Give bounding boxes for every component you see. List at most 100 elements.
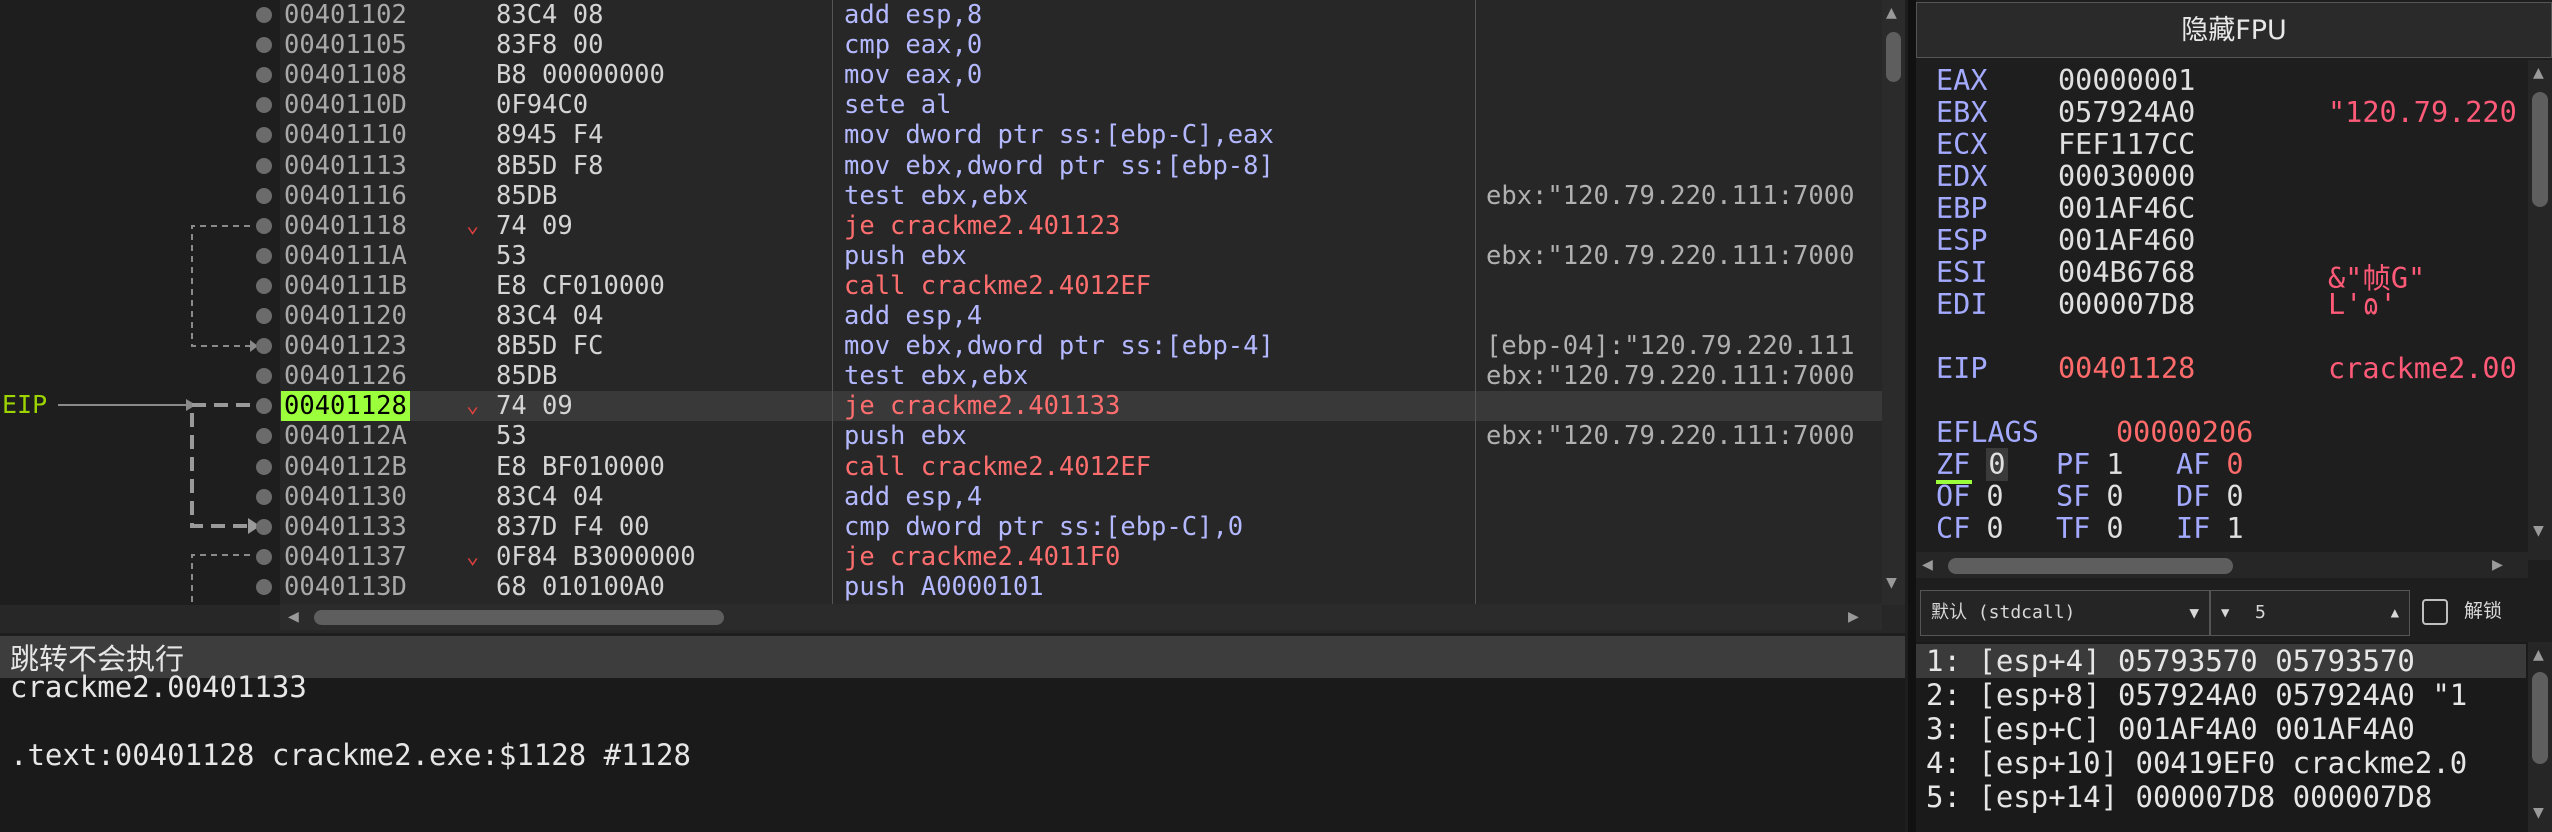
scroll-up-icon[interactable]: ▲ bbox=[2533, 644, 2544, 665]
flag-value[interactable]: 1 bbox=[2106, 448, 2123, 481]
breakpoint-dot[interactable] bbox=[256, 158, 272, 174]
instruction-row-current[interactable]: 00401128 ⌄ 74 09 je crackme2.401133 bbox=[280, 391, 1882, 421]
breakpoint-dot[interactable] bbox=[256, 338, 272, 354]
scroll-right-icon[interactable]: ▶ bbox=[1848, 606, 1859, 627]
breakpoint-dot[interactable] bbox=[256, 398, 272, 414]
register-value[interactable]: 001AF460 bbox=[2058, 224, 2195, 257]
instruction-row[interactable]: 0040111A 53 push ebx ebx:"120.79.220.111:70… bbox=[280, 241, 1882, 271]
registers-panel[interactable]: 隐藏FPU EAX 00000001 EBX 057924A0 "120.79.220 E… bbox=[1916, 0, 2552, 583]
register-value[interactable]: 004B6768 bbox=[2058, 256, 2195, 289]
register-value[interactable]: 001AF46C bbox=[2058, 192, 2195, 225]
instruction-row[interactable]: 00401102 83C4 08 add esp,8 bbox=[280, 0, 1882, 30]
register-value[interactable]: 057924A0 bbox=[2058, 96, 2195, 129]
breakpoint-dot[interactable] bbox=[256, 7, 272, 23]
stack-arg-row[interactable]: 3: [esp+C] 001AF4A0 001AF4A0 bbox=[1926, 712, 2415, 746]
spin-down-icon[interactable]: ▼ bbox=[2221, 591, 2229, 635]
instruction-row[interactable]: 00401108 B8 00000000 mov eax,0 bbox=[280, 60, 1882, 90]
flag-value[interactable]: 0 bbox=[2106, 512, 2123, 545]
disassembly-view[interactable]: EIP 00401102 83C4 08 add esp,8 00401105 83F8… bbox=[0, 0, 1905, 633]
breakpoint-dot[interactable] bbox=[256, 428, 272, 444]
instruction-row[interactable]: 00401130 83C4 04 add esp,4 bbox=[280, 482, 1882, 512]
flag-value[interactable]: 0 bbox=[2226, 448, 2243, 481]
flag-value[interactable]: 0 bbox=[2226, 480, 2243, 513]
flag-cf[interactable]: CF 0 bbox=[1936, 512, 2004, 545]
instruction-row[interactable]: 00401110 8945 F4 mov dword ptr ss:[ebp-C],… bbox=[280, 120, 1882, 150]
call-args-controls[interactable]: 默认 (stdcall) ▼ ▼ 5 ▲ 解锁 bbox=[1916, 586, 2552, 642]
arg-count-spinner[interactable]: ▼ 5 ▲ bbox=[2210, 590, 2410, 636]
instruction-row[interactable]: 0040110D 0F94C0 sete al bbox=[280, 90, 1882, 120]
scroll-thumb[interactable] bbox=[1948, 558, 2233, 574]
instruction-row[interactable]: 00401105 83F8 00 cmp eax,0 bbox=[280, 30, 1882, 60]
breakpoint-dot[interactable] bbox=[256, 97, 272, 113]
breakpoint-dot[interactable] bbox=[256, 549, 272, 565]
instruction-row[interactable]: 00401137 ⌄ 0F84 B3000000 je crackme2.4011F0 bbox=[280, 542, 1882, 572]
disassembly-horizontal-scrollbar[interactable]: ◀ ▶ bbox=[280, 604, 1882, 630]
breakpoint-dot[interactable] bbox=[256, 278, 272, 294]
scroll-left-icon[interactable]: ◀ bbox=[288, 606, 299, 627]
register-value[interactable]: FEF117CC bbox=[2058, 128, 2195, 161]
instruction-row[interactable]: 00401113 8B5D F8 mov ebx,dword ptr ss:[ebp… bbox=[280, 151, 1882, 181]
stack-arg-row[interactable]: 5: [esp+14] 000007D8 000007D8 bbox=[1926, 780, 2432, 814]
breakpoint-dot[interactable] bbox=[256, 37, 272, 53]
flag-value[interactable]: 1 bbox=[2226, 512, 2243, 545]
flag-value[interactable]: 0 bbox=[1986, 512, 2003, 545]
scroll-down-icon[interactable]: ▼ bbox=[2533, 520, 2544, 541]
stack-arg-row[interactable]: 4: [esp+10] 00419EF0 crackme2.0 bbox=[1926, 746, 2467, 780]
instruction-row[interactable]: 0040113D 68 010100A0 push A0000101 bbox=[280, 572, 1882, 602]
flag-zf[interactable]: ZF 0 bbox=[1936, 448, 2008, 481]
register-value[interactable]: 000007D8 bbox=[2058, 288, 2195, 321]
scroll-down-icon[interactable]: ▼ bbox=[2533, 802, 2544, 823]
register-value[interactable]: 00030000 bbox=[2058, 160, 2195, 193]
breakpoint-dot[interactable] bbox=[256, 519, 272, 535]
stack-arguments-panel[interactable]: 1: [esp+4] 05793570 05793570 2: [esp+8] … bbox=[1916, 642, 2552, 832]
flag-df[interactable]: DF 0 bbox=[2176, 480, 2244, 513]
instruction-row[interactable]: 00401116 85DB test ebx,ebx ebx:"120.79.220.… bbox=[280, 181, 1882, 211]
breakpoint-dot[interactable] bbox=[256, 489, 272, 505]
register-value[interactable]: 00401128 bbox=[2058, 352, 2195, 385]
flag-af[interactable]: AF 0 bbox=[2176, 448, 2244, 481]
flag-if[interactable]: IF 1 bbox=[2176, 512, 2244, 545]
breakpoint-dot[interactable] bbox=[256, 308, 272, 324]
instruction-row[interactable]: 0040111B E8 CF010000 call crackme2.4012EF bbox=[280, 271, 1882, 301]
breakpoint-dot[interactable] bbox=[256, 368, 272, 384]
breakpoint-dot[interactable] bbox=[256, 459, 272, 475]
breakpoint-dot[interactable] bbox=[256, 127, 272, 143]
scroll-up-icon[interactable]: ▲ bbox=[2533, 62, 2544, 83]
unlock-checkbox[interactable] bbox=[2422, 599, 2448, 625]
stack-vertical-scrollbar[interactable]: ▲ ▼ bbox=[2528, 642, 2552, 832]
scroll-right-icon[interactable]: ▶ bbox=[2492, 554, 2503, 575]
flag-value[interactable]: 0 bbox=[1986, 448, 2008, 481]
flag-value[interactable]: 0 bbox=[1986, 480, 2003, 513]
instruction-row[interactable]: 0040112A 53 push ebx ebx:"120.79.220.111:70… bbox=[280, 421, 1882, 451]
flag-sf[interactable]: SF 0 bbox=[2056, 480, 2124, 513]
pane-splitter[interactable] bbox=[1908, 0, 1916, 832]
flag-of[interactable]: OF 0 bbox=[1936, 480, 2004, 513]
instruction-row[interactable]: 00401133 837D F4 00 cmp dword ptr ss:[ebp-… bbox=[280, 512, 1882, 542]
register-value[interactable]: 00000206 bbox=[2116, 416, 2253, 449]
instruction-row[interactable]: 0040112B E8 BF010000 call crackme2.4012EF bbox=[280, 452, 1882, 482]
flag-pf[interactable]: PF 1 bbox=[2056, 448, 2124, 481]
spin-up-icon[interactable]: ▲ bbox=[2391, 591, 2399, 635]
scroll-left-icon[interactable]: ◀ bbox=[1922, 554, 1933, 575]
breakpoint-dot[interactable] bbox=[256, 67, 272, 83]
breakpoint-dot[interactable] bbox=[256, 218, 272, 234]
scroll-thumb[interactable] bbox=[2532, 92, 2548, 207]
stack-arg-row[interactable]: 2: [esp+8] 057924A0 057924A0 "1 bbox=[1926, 678, 2467, 712]
instruction-row[interactable]: 00401118 ⌄ 74 09 je crackme2.401123 bbox=[280, 211, 1882, 241]
instruction-row[interactable]: 00401120 83C4 04 add esp,4 bbox=[280, 301, 1882, 331]
breakpoint-dot[interactable] bbox=[256, 579, 272, 595]
scroll-thumb[interactable] bbox=[314, 610, 724, 625]
hide-fpu-button[interactable]: 隐藏FPU bbox=[1916, 2, 2552, 58]
flag-tf[interactable]: TF 0 bbox=[2056, 512, 2124, 545]
calling-convention-select[interactable]: 默认 (stdcall) ▼ bbox=[1920, 590, 2210, 636]
disassembly-vertical-scrollbar[interactable]: ▲ ▼ bbox=[1882, 0, 1905, 605]
registers-horizontal-scrollbar[interactable]: ◀ ▶ bbox=[1916, 552, 2528, 578]
instruction-row[interactable]: 00401123 8B5D FC mov ebx,dword ptr ss:[ebp… bbox=[280, 331, 1882, 361]
stack-arg-row[interactable]: 1: [esp+4] 05793570 05793570 bbox=[1916, 644, 2526, 678]
scroll-down-icon[interactable]: ▼ bbox=[1886, 572, 1897, 593]
breakpoint-dot[interactable] bbox=[256, 188, 272, 204]
instruction-row[interactable]: 00401126 85DB test ebx,ebx ebx:"120.79.220.… bbox=[280, 361, 1882, 391]
scroll-thumb[interactable] bbox=[1886, 32, 1901, 82]
scroll-up-icon[interactable]: ▲ bbox=[1886, 2, 1897, 23]
breakpoint-dot[interactable] bbox=[256, 248, 272, 264]
